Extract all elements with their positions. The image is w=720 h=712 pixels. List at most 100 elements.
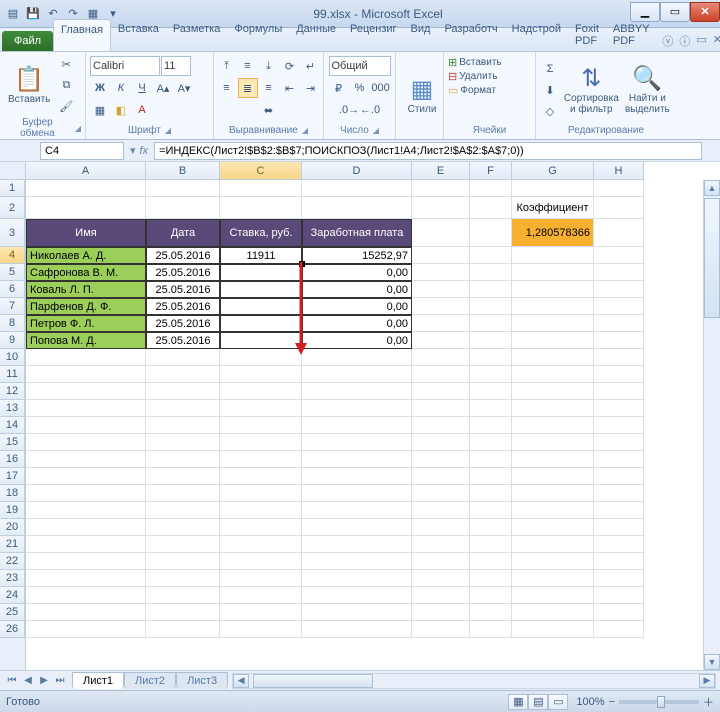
bgcell[interactable] (26, 468, 146, 485)
cell-B3[interactable]: Дата (146, 219, 220, 247)
tab-формулы[interactable]: Формулы (227, 19, 289, 51)
bgcell[interactable] (512, 383, 594, 400)
bgcell[interactable] (594, 502, 644, 519)
bgcell[interactable] (220, 485, 302, 502)
zoom-in-icon[interactable]: ＋ (703, 694, 714, 710)
paste-button[interactable]: 📋 Вставить (4, 63, 54, 107)
row-header-6[interactable]: 6 (0, 281, 25, 298)
bgcell[interactable] (146, 468, 220, 485)
italic-icon[interactable]: К (111, 78, 131, 98)
bgcell[interactable] (412, 536, 470, 553)
row-header-9[interactable]: 9 (0, 332, 25, 349)
horizontal-scrollbar[interactable]: ◀ ▶ (232, 673, 716, 689)
bgcell[interactable] (302, 383, 412, 400)
bgcell[interactable] (220, 417, 302, 434)
find-select-button[interactable]: 🔍 Найти и выделить (623, 62, 672, 117)
bgcell[interactable] (412, 485, 470, 502)
bgcell[interactable] (220, 604, 302, 621)
row-header-11[interactable]: 11 (0, 366, 25, 383)
bgcell[interactable] (512, 502, 594, 519)
bgcell[interactable] (220, 180, 302, 197)
bgcell[interactable] (412, 570, 470, 587)
bgcell[interactable] (146, 197, 220, 219)
bgcell[interactable] (302, 451, 412, 468)
help-icon[interactable]: ⓘ (679, 33, 690, 49)
cell-A7[interactable]: Парфенов Д. Ф. (26, 298, 146, 315)
bgcell[interactable] (26, 434, 146, 451)
row-header-14[interactable]: 14 (0, 417, 25, 434)
sheet-nav-first-icon[interactable]: ⏮ (4, 675, 20, 686)
bgcell[interactable] (512, 417, 594, 434)
bgcell[interactable] (302, 400, 412, 417)
bgcell[interactable] (412, 451, 470, 468)
bgcell[interactable] (594, 434, 644, 451)
bgcell[interactable] (470, 519, 512, 536)
bgcell[interactable] (146, 536, 220, 553)
cell-D7[interactable]: 0,00 (302, 298, 412, 315)
bgcell[interactable] (594, 621, 644, 638)
percent-icon[interactable]: % (350, 78, 370, 98)
currency-icon[interactable]: ₽ (329, 78, 349, 98)
sort-filter-button[interactable]: ⇅ Сортировка и фильтр (562, 62, 621, 117)
row-header-5[interactable]: 5 (0, 264, 25, 281)
bgcell[interactable] (470, 434, 512, 451)
styles-button[interactable]: ▦ Стили (400, 73, 444, 117)
comma-icon[interactable]: 000 (371, 78, 391, 98)
bgcell[interactable] (302, 366, 412, 383)
bgcell[interactable] (594, 604, 644, 621)
bgcell[interactable] (220, 366, 302, 383)
bgcell[interactable] (512, 366, 594, 383)
col-header-F[interactable]: F (470, 162, 512, 180)
align-middle-icon[interactable]: ≡ (238, 56, 258, 76)
bgcell[interactable] (470, 468, 512, 485)
col-header-A[interactable]: A (26, 162, 146, 180)
row-header-15[interactable]: 15 (0, 434, 25, 451)
bgcell[interactable] (146, 180, 220, 197)
sheet-tab-Лист1[interactable]: Лист1 (72, 672, 124, 689)
bgcell[interactable] (512, 553, 594, 570)
bgcell[interactable] (220, 553, 302, 570)
bgcell[interactable] (146, 570, 220, 587)
bgcell[interactable] (220, 570, 302, 587)
bgcell[interactable] (412, 621, 470, 638)
bgcell[interactable] (594, 485, 644, 502)
bgcell[interactable] (26, 536, 146, 553)
align-right-icon[interactable]: ≡ (259, 78, 279, 98)
bgcell[interactable] (594, 264, 644, 281)
bgcell[interactable] (470, 332, 512, 349)
cell-B7[interactable]: 25.05.2016 (146, 298, 220, 315)
bgcell[interactable] (594, 553, 644, 570)
bold-icon[interactable]: Ж (90, 78, 110, 98)
bgcell[interactable] (594, 519, 644, 536)
cell-A4[interactable]: Николаев А. Д. (26, 247, 146, 264)
cell-C8[interactable] (220, 315, 302, 332)
tab-foxit pdf[interactable]: Foxit PDF (568, 19, 606, 51)
bgcell[interactable] (302, 417, 412, 434)
bgcell[interactable] (146, 451, 220, 468)
cell-D4[interactable]: 15252,97 (302, 247, 412, 264)
ribbon-opt-icon[interactable]: ▭ (696, 33, 706, 49)
bgcell[interactable] (470, 570, 512, 587)
bgcell[interactable] (412, 383, 470, 400)
bgcell[interactable] (302, 349, 412, 366)
fill-icon[interactable]: ⬇ (540, 80, 560, 100)
font-color-icon[interactable]: A (132, 100, 152, 120)
bgcell[interactable] (26, 383, 146, 400)
cell-C5[interactable] (220, 264, 302, 281)
bgcell[interactable] (26, 180, 146, 197)
bgcell[interactable] (412, 502, 470, 519)
delete-cells-button[interactable]: ⊟Удалить (448, 70, 497, 83)
bgcell[interactable] (302, 570, 412, 587)
scroll-down-icon[interactable]: ▼ (704, 654, 720, 670)
sheet-nav-next-icon[interactable]: ▶ (36, 675, 52, 686)
bgcell[interactable] (220, 536, 302, 553)
bgcell[interactable] (26, 451, 146, 468)
row-header-16[interactable]: 16 (0, 451, 25, 468)
bgcell[interactable] (26, 587, 146, 604)
bgcell[interactable] (470, 485, 512, 502)
cell-C9[interactable] (220, 332, 302, 349)
bgcell[interactable] (512, 604, 594, 621)
maximize-button[interactable] (660, 2, 690, 22)
bgcell[interactable] (220, 400, 302, 417)
cell-B4[interactable]: 25.05.2016 (146, 247, 220, 264)
